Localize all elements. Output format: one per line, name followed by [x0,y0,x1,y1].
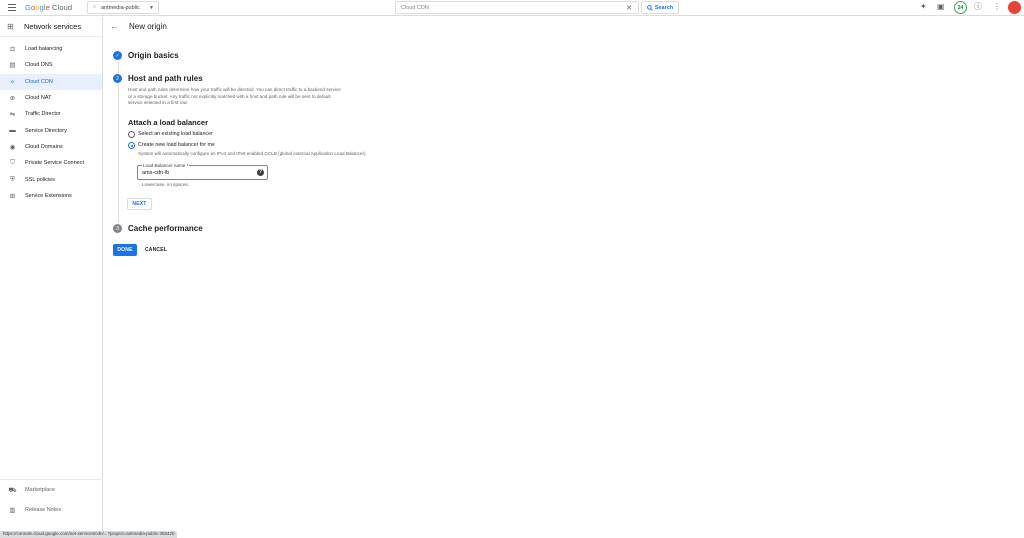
chevron-down-icon: ▼ [149,4,154,11]
ssl-icon: ⛨ [10,175,15,183]
radio-existing-label[interactable]: Select an existing load balancer [138,131,213,137]
traffic-director-icon: ⇋ [9,111,16,119]
step-2-number: 2 [113,74,122,83]
marketplace-icon: ⛟ [8,486,17,494]
sidebar-item-service-extensions[interactable]: ⊞ Service Extensions [0,188,102,204]
logo-cloud-text: Cloud [52,3,73,12]
sidebar-item-label: Service Extensions [25,192,72,199]
cancel-button[interactable]: CANCEL [142,244,170,256]
sidebar-item-label: Traffic Director [25,111,61,118]
load-balancer-name-hint: Lowercase, no spaces. [142,182,189,187]
clear-icon[interactable]: ✕ [626,4,632,12]
service-extensions-icon: ⊞ [9,192,16,200]
step-3-number: 3 [113,224,122,233]
notifications-count: 24 [957,4,964,11]
sidebar-item-cloud-domains[interactable]: ◉ Cloud Domains [0,139,102,155]
sidebar-item-private-service-connect[interactable]: ⛉ Private Service Connect [0,155,102,171]
release-notes-icon: ▥ [9,507,16,514]
page-title: New origin [129,22,167,31]
attach-load-balancer-title: Attach a load balancer [128,118,209,127]
step-1-title[interactable]: Origin basics [128,51,179,60]
sidebar-item-label: Private Service Connect [25,160,84,167]
sidebar-item-label: Service Directory [25,127,67,134]
back-arrow-icon[interactable]: ← [110,21,119,31]
load-balancer-name-label: Load Balancer name * [142,163,190,168]
step-complete-check-icon: ✓ [113,51,122,60]
radio-new-load-balancer[interactable] [128,142,135,149]
sidebar-item-traffic-director[interactable]: ⇋ Traffic Director [0,106,102,122]
step-connector [117,85,119,223]
search-input[interactable]: Cloud CDN ✕ [395,1,639,14]
radio-new-label[interactable]: Create new load balancer for me [138,142,215,148]
sidebar-item-label: Load balancing [25,46,63,53]
sidebar-item-label: Marketplace [25,487,55,493]
sidebar-item-ssl-policies[interactable]: ⛨ SSL policies [0,171,102,187]
search-icon [646,4,653,11]
help-icon[interactable]: ? [257,169,264,176]
search-button[interactable]: Search [641,1,679,14]
project-name: antmedia-public [101,4,140,11]
step-connector [117,62,119,74]
google-cloud-logo[interactable]: Google Cloud [25,3,72,12]
help-icon[interactable]: ⓘ [974,3,982,11]
sidebar-item-cloud-nat[interactable]: ⊕ Cloud NAT [0,90,102,106]
nat-icon: ⊕ [9,95,16,103]
cloud-shell-icon[interactable]: ▣ [937,3,945,11]
private-service-connect-icon: ⛉ [10,159,15,167]
project-selector[interactable]: ⁘ antmedia-public ▼ [87,1,159,14]
host-path-description: Host and path rules determine how your t… [128,87,341,105]
top-bar: Google Cloud ⁘ antmedia-public ▼ Cloud C… [0,0,1024,16]
sidebar-item-load-balancing[interactable]: ⚖ Load balancing [0,41,102,57]
step-2-title[interactable]: Host and path rules [128,74,203,83]
next-button[interactable]: NEXT [127,198,152,210]
load-balancing-icon: ⚖ [9,46,16,54]
sidebar-item-label: Cloud DNS [25,62,53,69]
load-balancer-name-field[interactable]: Load Balancer name * ? [137,163,268,180]
service-directory-icon: ▬ [9,127,16,135]
avatar[interactable] [1008,1,1021,14]
sidebar-header: ⊞ Network services [0,17,102,37]
search-value: Cloud CDN [401,4,429,11]
sidebar: ⊞ Network services ⚖ Load balancing ▤ Clou… [0,17,103,538]
project-dots-icon: ⁘ [92,4,98,11]
dns-icon: ▤ [9,62,16,70]
sidebar-item-marketplace[interactable]: ⛟ Marketplace [0,480,103,500]
step-3-title[interactable]: Cache performance [128,224,203,233]
sidebar-item-label: Cloud NAT [25,95,52,102]
sidebar-item-service-directory[interactable]: ▬ Service Directory [0,122,102,138]
sidebar-item-label: Cloud Domains [25,143,63,150]
sidebar-item-label: Release Notes [25,507,62,513]
sidebar-item-cloud-dns[interactable]: ▤ Cloud DNS [0,57,102,73]
sidebar-item-label: Cloud CDN [25,78,53,85]
sidebar-item-label: SSL policies [25,176,56,183]
menu-icon[interactable] [8,4,16,11]
notifications-badge[interactable]: 24 [954,1,967,14]
cdn-icon: ✧ [9,78,16,86]
main-content: ← New origin ✓ Origin basics 2 Host and … [104,17,1024,538]
radio-new-help-text: System will automatically configure an I… [138,151,367,156]
load-balancer-name-input[interactable] [142,170,252,176]
search-button-label: Search [654,4,674,11]
more-vert-icon[interactable]: ⋮ [993,3,1001,11]
sidebar-item-release-notes[interactable]: ▥ Release Notes [0,500,103,520]
gemini-spark-icon[interactable]: ✦ [920,3,927,11]
sidebar-bottom: ⛟ Marketplace ▥ Release Notes [0,479,103,520]
sidebar-title: Network services [24,22,82,31]
done-button[interactable]: DONE [113,244,137,256]
radio-existing-load-balancer[interactable] [128,131,135,138]
domains-icon: ◉ [9,143,16,151]
network-services-icon: ⊞ [7,22,14,31]
sidebar-item-cloud-cdn[interactable]: ✧ Cloud CDN [0,73,102,90]
